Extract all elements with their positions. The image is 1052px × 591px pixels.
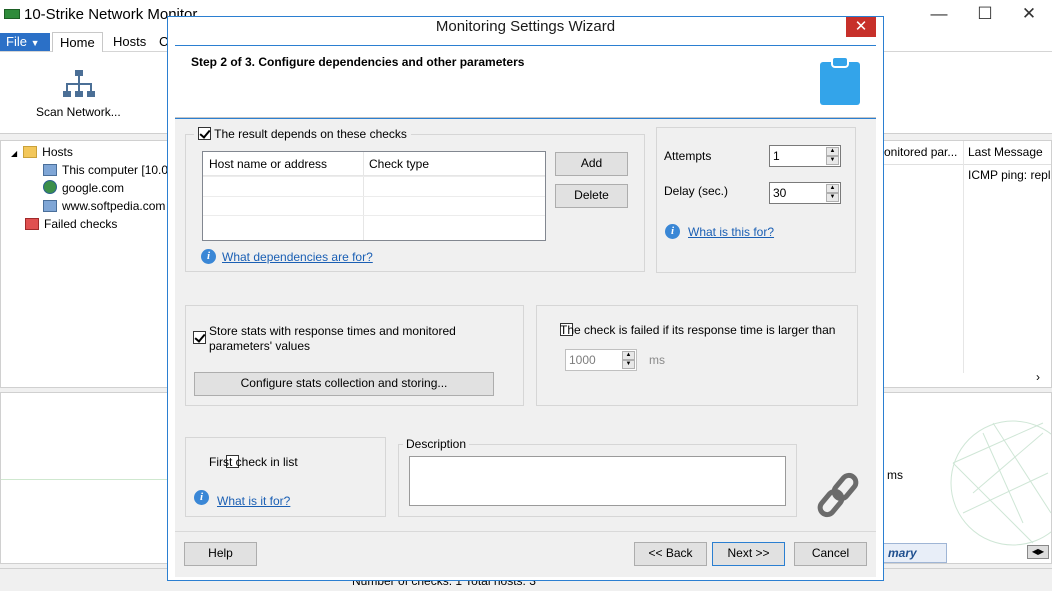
globe-icon <box>43 180 57 194</box>
delay-label: Delay (sec.) <box>664 184 729 198</box>
dialog-frame <box>168 577 883 580</box>
delay-value: 30 <box>773 186 787 200</box>
tree-item-label: Failed checks <box>44 217 118 231</box>
first-check-label: First check in list <box>209 455 298 469</box>
spin-down-icon[interactable]: ▼ <box>826 193 839 202</box>
step-title: Step 2 of 3. Configure dependencies and … <box>191 55 525 69</box>
file-menu-label: File <box>6 34 27 49</box>
dependencies-checkbox-label: The result depends on these checks <box>214 127 407 141</box>
minimize-button[interactable]: — <box>916 2 962 28</box>
tree-item-label: This computer [10.0 <box>62 163 169 177</box>
info-icon: i <box>665 224 680 239</box>
attempts-help-link[interactable]: What is this for? <box>688 225 774 239</box>
tree-root-hosts[interactable]: ◢ Hosts <box>11 143 73 161</box>
tree-item-label: google.com <box>62 181 125 195</box>
spin-up-icon[interactable]: ▲ <box>622 351 635 360</box>
tree-item-softpedia[interactable]: www.softpedia.com <box>43 197 165 215</box>
back-button[interactable]: << Back <box>634 542 707 566</box>
tree-item-this-computer[interactable]: This computer [10.0 <box>43 161 168 179</box>
response-time-stepper[interactable]: 1000 ▲ ▼ <box>565 349 637 371</box>
add-button[interactable]: Add <box>555 152 628 176</box>
delete-button[interactable]: Delete <box>555 184 628 208</box>
store-stats-label-line1: Store stats with response times and moni… <box>209 324 456 338</box>
last-message-cell: ICMP ping: repl <box>968 168 1051 182</box>
cancel-button[interactable]: Cancel <box>794 542 867 566</box>
column-last-message[interactable]: Last Message <box>968 145 1043 163</box>
tab-scroll-icon[interactable]: ◀▶ <box>1027 545 1049 559</box>
configure-stats-button[interactable]: Configure stats collection and storing..… <box>194 372 494 396</box>
table-row <box>203 176 545 177</box>
spin-up-icon[interactable]: ▲ <box>826 184 839 193</box>
spin-down-icon[interactable]: ▼ <box>622 360 635 369</box>
help-button[interactable]: Help <box>184 542 257 566</box>
info-icon: i <box>194 490 209 505</box>
scan-network-button[interactable]: Scan Network... <box>36 105 121 119</box>
scroll-right-icon[interactable]: › <box>1036 370 1040 384</box>
table-row <box>203 215 545 216</box>
delay-stepper[interactable]: 30 ▲ ▼ <box>769 182 841 204</box>
attempts-stepper[interactable]: 1 ▲ ▼ <box>769 145 841 167</box>
computer-icon <box>43 164 57 176</box>
attempts-value: 1 <box>773 149 780 163</box>
dependencies-checkbox[interactable]: The result depends on these checks <box>194 127 411 143</box>
network-scan-icon[interactable] <box>62 68 96 102</box>
first-check-help-link[interactable]: What is it for? <box>217 494 290 508</box>
clipboard-icon <box>820 56 860 105</box>
dependencies-checkbox-box[interactable] <box>198 127 211 140</box>
next-button[interactable]: Next >> <box>712 542 785 566</box>
tab-hosts[interactable]: Hosts <box>106 32 153 53</box>
table-row <box>203 196 545 197</box>
description-label: Description <box>403 437 470 451</box>
attempts-label: Attempts <box>664 149 712 163</box>
info-icon: i <box>201 249 216 264</box>
lower-left-panel <box>0 392 168 564</box>
file-menu-button[interactable]: File ▼ <box>0 33 50 51</box>
stats-panel: ms mary stats ◀▶ <box>882 392 1052 564</box>
computer-icon <box>43 200 57 212</box>
tab-summary-stats[interactable]: mary stats <box>883 543 947 563</box>
tree-root-label: Hosts <box>42 145 73 159</box>
column-divider <box>963 141 964 373</box>
chevron-down-icon: ▼ <box>30 38 40 48</box>
ms-label: ms <box>887 468 903 482</box>
folder-icon <box>23 146 38 158</box>
divider <box>1 479 167 480</box>
spin-up-icon[interactable]: ▲ <box>826 147 839 156</box>
close-button[interactable]: ✕ <box>1006 2 1052 28</box>
dialog-title: Monitoring Settings Wizard <box>435 18 616 35</box>
dialog-frame <box>876 45 883 579</box>
store-stats-label-line2: parameters' values <box>209 339 311 353</box>
response-time-unit: ms <box>649 353 665 367</box>
description-input[interactable] <box>409 456 786 506</box>
expand-arrow-icon[interactable]: ◢ <box>11 149 17 158</box>
store-stats-checkbox[interactable] <box>193 331 206 344</box>
network-graph-decoration <box>950 420 1051 546</box>
app-logo-icon <box>4 9 20 19</box>
tree-item-label: www.softpedia.com <box>62 199 166 213</box>
response-time-value: 1000 <box>569 353 596 367</box>
dialog-close-button[interactable]: ✕ <box>846 17 876 37</box>
column-host-name[interactable]: Host name or address <box>203 152 363 176</box>
response-time-label: The check is failed if its response time… <box>560 323 836 337</box>
dependencies-help-link[interactable]: What dependencies are for? <box>222 250 373 264</box>
spin-down-icon[interactable]: ▼ <box>826 156 839 165</box>
chain-link-icon <box>817 472 859 518</box>
maximize-button[interactable]: ☐ <box>962 2 1008 28</box>
tab-home[interactable]: Home <box>52 32 103 53</box>
column-monitored[interactable]: onitored par... <box>884 145 957 163</box>
hosts-tree-panel: ◢ Hosts This computer [10.0 google.com ww… <box>0 140 168 388</box>
column-check-type[interactable]: Check type <box>363 152 545 176</box>
tree-item-failed-checks[interactable]: Failed checks <box>25 215 117 233</box>
dialog-frame <box>168 45 175 579</box>
failed-folder-icon <box>25 218 39 230</box>
tree-item-google[interactable]: google.com <box>43 179 124 197</box>
